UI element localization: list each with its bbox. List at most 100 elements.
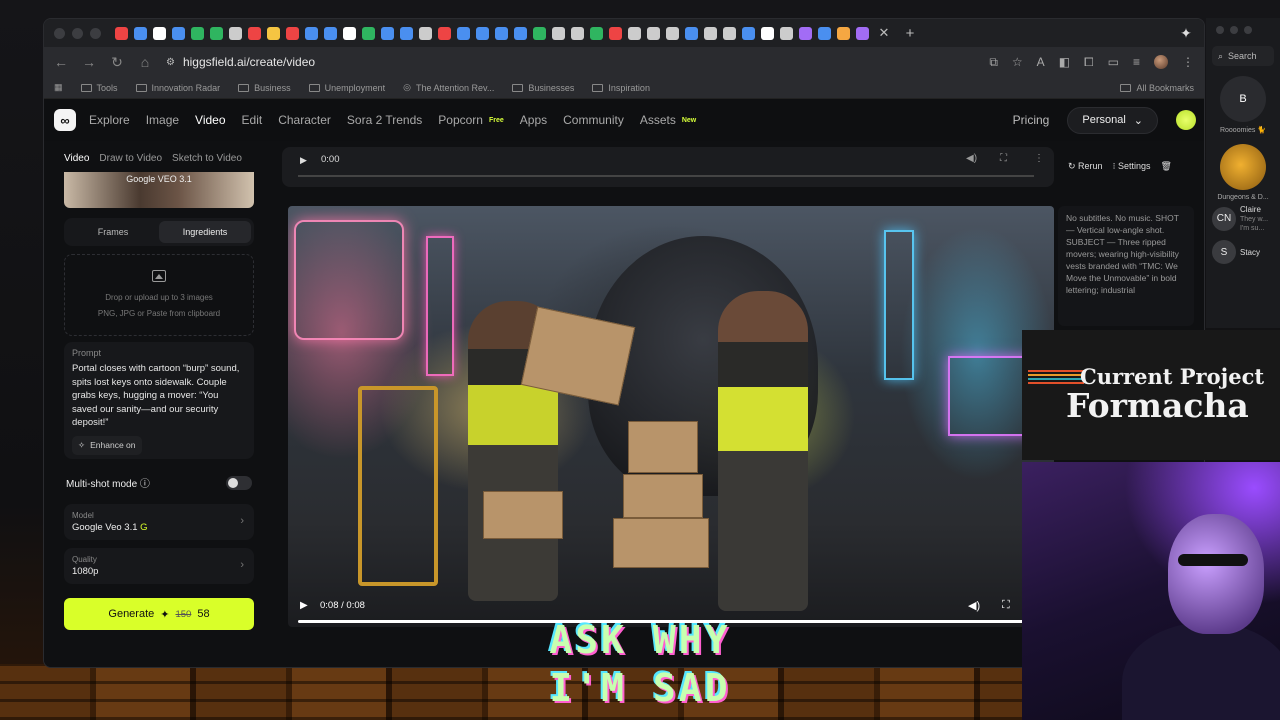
volume-icon[interactable]: ◀): [966, 153, 977, 164]
bookmark-attention-rev[interactable]: ◎ The Attention Rev...: [403, 82, 494, 93]
tab-favicon-icon[interactable]: [552, 26, 565, 40]
tab-favicon-icon[interactable]: [229, 26, 242, 40]
nav-community[interactable]: Community: [563, 113, 624, 127]
tab-draw-to-video[interactable]: Draw to Video: [99, 153, 162, 164]
chat-row-claire[interactable]: CN Claire They w... I'm su...: [1206, 201, 1280, 236]
nav-character[interactable]: Character: [278, 113, 331, 127]
bookmark-unemployment[interactable]: Unemployment: [308, 83, 385, 93]
tab-favicon-icon[interactable]: [153, 26, 166, 40]
audio-progress[interactable]: [298, 175, 1034, 177]
volume-icon[interactable]: ◀): [968, 599, 980, 612]
tab-favicon-icon[interactable]: [685, 26, 698, 40]
nav-popcorn[interactable]: Popcorn Free: [438, 113, 504, 127]
tab-favicon-icon[interactable]: [381, 26, 394, 40]
tab-favicons[interactable]: [115, 26, 869, 40]
tab-favicon-icon[interactable]: [533, 26, 546, 40]
tab-favicon-icon[interactable]: [343, 26, 356, 40]
bookmark-inspiration[interactable]: Inspiration: [592, 83, 650, 93]
nav-apps[interactable]: Apps: [520, 113, 547, 127]
tab-favicon-icon[interactable]: [780, 26, 793, 40]
all-bookmarks[interactable]: All Bookmarks: [1120, 83, 1194, 93]
tab-favicon-icon[interactable]: [666, 26, 679, 40]
tab-video[interactable]: Video: [64, 153, 89, 164]
tab-favicon-icon[interactable]: [647, 26, 660, 40]
fullscreen-icon[interactable]: ⛶: [1000, 153, 1007, 164]
tab-favicon-icon[interactable]: [457, 26, 470, 40]
tab-favicon-icon[interactable]: [856, 26, 869, 40]
close-tab-icon[interactable]: ✕: [875, 25, 893, 41]
nav-explore[interactable]: Explore: [89, 113, 130, 127]
translate-icon[interactable]: A: [1037, 55, 1045, 69]
nav-image[interactable]: Image: [146, 113, 179, 127]
extension-icon[interactable]: ◧: [1059, 55, 1070, 69]
tab-favicon-icon[interactable]: [476, 26, 489, 40]
tab-favicon-icon[interactable]: [609, 26, 622, 40]
tab-favicon-icon[interactable]: [324, 26, 337, 40]
window-controls[interactable]: [54, 27, 101, 39]
tab-favicon-icon[interactable]: [172, 26, 185, 40]
tab-favicon-icon[interactable]: [590, 26, 603, 40]
install-app-icon[interactable]: ⧉: [989, 55, 998, 70]
chat-search[interactable]: ⌕ Search: [1212, 46, 1274, 66]
rerun-button[interactable]: ↻ Rerun: [1068, 161, 1103, 172]
tab-favicon-icon[interactable]: [286, 26, 299, 40]
window-controls[interactable]: [1206, 18, 1280, 42]
bookmark-innovation-radar[interactable]: Innovation Radar: [135, 83, 220, 93]
quality-select[interactable]: Quality 1080p ›: [64, 548, 254, 584]
model-select[interactable]: Model Google Veo 3.1 G ›: [64, 504, 254, 540]
bookmark-star-icon[interactable]: ☆: [1012, 55, 1023, 69]
play-icon[interactable]: ▶: [300, 155, 307, 166]
tab-favicon-icon[interactable]: [514, 26, 527, 40]
prompt-box[interactable]: Prompt Portal closes with cartoon “burp”…: [64, 342, 254, 459]
tab-favicon-icon[interactable]: [438, 26, 451, 40]
site-info-icon[interactable]: ⚙: [166, 57, 175, 68]
menu-icon[interactable]: ⋮: [1182, 55, 1194, 69]
trash-icon[interactable]: 🗑: [1160, 161, 1171, 172]
forward-icon[interactable]: →: [82, 54, 96, 70]
higgsfield-logo[interactable]: ∞: [54, 109, 76, 131]
workspace-select[interactable]: Personal ⌄: [1067, 106, 1158, 134]
tab-favicon-icon[interactable]: [742, 26, 755, 40]
tab-favicon-icon[interactable]: [628, 26, 641, 40]
enhance-toggle[interactable]: ✧ Enhance on: [72, 435, 142, 455]
nav-assets[interactable]: Assets New: [640, 113, 696, 127]
play-icon[interactable]: ▶: [300, 600, 308, 611]
home-icon[interactable]: ⌂: [138, 54, 152, 70]
tab-favicon-icon[interactable]: [799, 26, 812, 40]
new-tab-icon[interactable]: +: [901, 25, 919, 42]
bookmark-businesses[interactable]: Businesses: [512, 83, 574, 93]
info-icon[interactable]: ⓘ: [140, 479, 150, 490]
segment-ingredients[interactable]: Ingredients: [159, 221, 251, 243]
settings-button[interactable]: ⁝ Settings: [1113, 161, 1151, 172]
tab-sketch-to-video[interactable]: Sketch to Video: [172, 153, 242, 164]
reading-list-icon[interactable]: ≡: [1133, 55, 1140, 69]
tab-favicon-icon[interactable]: [248, 26, 261, 40]
tab-favicon-icon[interactable]: [115, 26, 128, 40]
pinned-chat-roommates[interactable]: B Roooomies 🐈: [1206, 76, 1280, 134]
tab-favicon-icon[interactable]: [723, 26, 736, 40]
tab-favicon-icon[interactable]: [837, 26, 850, 40]
apps-grid-icon[interactable]: ▦: [54, 82, 63, 93]
tab-favicon-icon[interactable]: [210, 26, 223, 40]
extension-icon[interactable]: ✦: [1176, 23, 1196, 43]
video-player[interactable]: ▶ 0:08 / 0:08 ◀) ⛶: [288, 206, 1054, 627]
pricing-link[interactable]: Pricing: [1013, 113, 1050, 127]
tab-favicon-icon[interactable]: [571, 26, 584, 40]
segment-frames[interactable]: Frames: [67, 221, 159, 243]
tab-favicon-icon[interactable]: [818, 26, 831, 40]
nav-edit[interactable]: Edit: [242, 113, 263, 127]
model-thumbnail[interactable]: Google VEO 3.1: [64, 172, 254, 208]
tab-favicon-icon[interactable]: [495, 26, 508, 40]
tab-favicon-icon[interactable]: [704, 26, 717, 40]
reload-icon[interactable]: ↻: [110, 54, 124, 71]
sidebar-icon[interactable]: ▭: [1108, 55, 1119, 69]
tab-favicon-icon[interactable]: [267, 26, 280, 40]
more-icon[interactable]: ⋮: [1034, 153, 1044, 164]
tab-favicon-icon[interactable]: [419, 26, 432, 40]
extensions-puzzle-icon[interactable]: ⧠: [1084, 55, 1094, 70]
tab-favicon-icon[interactable]: [134, 26, 147, 40]
tab-favicon-icon[interactable]: [362, 26, 375, 40]
profile-avatar[interactable]: [1154, 55, 1168, 69]
bookmark-business[interactable]: Business: [238, 83, 291, 93]
bookmark-tools[interactable]: Tools: [80, 83, 118, 93]
